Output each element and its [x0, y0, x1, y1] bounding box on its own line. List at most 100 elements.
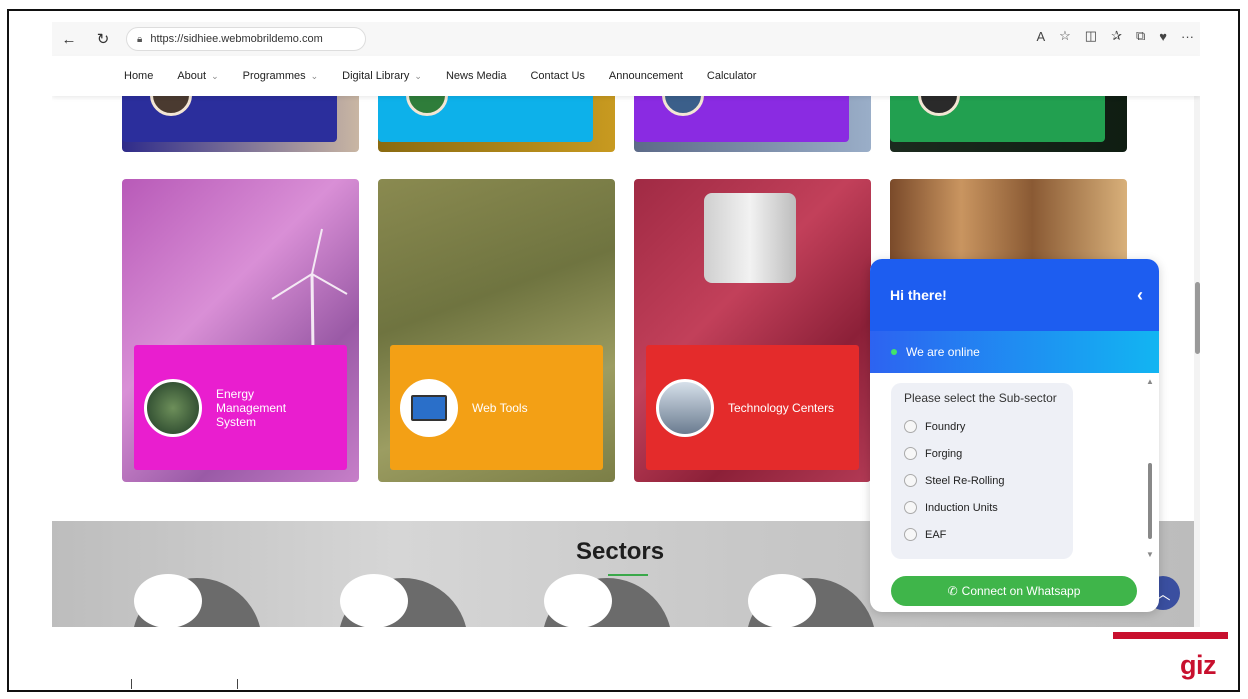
whatsapp-button-label: Connect on Whatsapp — [961, 584, 1081, 598]
tile-panel: Technology Centers — [646, 345, 859, 470]
scroll-down-icon[interactable]: ▼ — [1146, 550, 1154, 559]
energy-image — [144, 378, 202, 437]
nav-label: Digital Library — [342, 70, 410, 82]
sub-sector-options: Please select the Sub-sector Foundry For… — [891, 383, 1073, 559]
extension-icon[interactable]: ♥ — [1159, 29, 1167, 44]
back-arrow-icon[interactable]: ← — [58, 28, 80, 50]
chat-widget: Hi there! ‹ We are online Please select … — [870, 259, 1159, 612]
option-steel-re-rolling[interactable]: Steel Re-Rolling — [904, 467, 1060, 494]
address-bar[interactable]: 🔒︎ https://sidhiee.webmobrildemo.com — [126, 27, 366, 51]
nav-item-announcement[interactable]: Announcement — [609, 70, 683, 82]
nav-item-news-media[interactable]: News Media — [446, 70, 507, 82]
option-label: Forging — [925, 447, 963, 460]
giz-logo: giz — [1180, 650, 1217, 680]
option-label: EAF — [925, 528, 947, 541]
reload-icon[interactable]: ↻ — [92, 28, 114, 50]
scroll-up-icon[interactable]: ▲ — [1146, 377, 1154, 386]
divider — [237, 679, 238, 689]
radio-icon[interactable] — [904, 420, 917, 433]
chevron-left-icon[interactable]: ‹ — [1137, 285, 1143, 306]
url-text: https://sidhiee.webmobrildemo.com — [150, 33, 323, 45]
chat-status-bar: We are online — [870, 331, 1159, 373]
nav-item-programmes[interactable]: Programmes ⌄ — [243, 70, 319, 82]
option-induction-units[interactable]: Induction Units — [904, 494, 1060, 521]
sector-image — [748, 574, 816, 627]
nav-label: Calculator — [706, 70, 757, 82]
service-tile[interactable] — [378, 96, 615, 152]
chat-scrollbar[interactable]: ▲ ▼ — [1146, 377, 1154, 559]
monitor-image — [400, 378, 458, 437]
section-title: Sectors — [576, 538, 665, 565]
nav-item-digital-library[interactable]: Digital Library ⌄ — [342, 70, 422, 82]
monitor-icon — [411, 394, 447, 421]
lock-icon: 🔒︎ — [137, 33, 143, 45]
divider — [131, 679, 132, 689]
chat-body: Please select the Sub-sector Foundry For… — [870, 373, 1159, 565]
favorite-icon[interactable]: ☆ — [1059, 28, 1071, 44]
read-aloud-icon[interactable]: A — [1036, 29, 1045, 44]
nav-label: Announcement — [608, 70, 683, 82]
scrollbar-thumb[interactable] — [1148, 463, 1152, 539]
tile-label: Web Tools — [472, 400, 528, 415]
nav-label: Home — [124, 70, 154, 82]
nav-label: Programmes — [242, 70, 306, 82]
split-screen-icon[interactable]: ◫ — [1085, 28, 1097, 44]
radio-icon[interactable] — [904, 501, 917, 514]
tile-web-tools[interactable]: Web Tools — [378, 179, 615, 482]
online-status: We are online — [906, 345, 980, 359]
tile-panel: Energy Management System — [134, 345, 347, 470]
service-tile[interactable] — [122, 96, 359, 152]
option-label: Foundry — [925, 420, 966, 433]
title-underline — [608, 574, 648, 576]
tile-label: Technology Centers — [728, 400, 835, 415]
option-label: Induction Units — [925, 501, 998, 514]
service-tile[interactable] — [634, 96, 871, 152]
nav-item-about[interactable]: About ⌄ — [177, 70, 218, 82]
chat-greeting: Hi there! — [890, 287, 947, 303]
whatsapp-icon: ✆ — [947, 584, 958, 598]
chevron-down-icon: ⌄ — [414, 70, 422, 81]
nav-item-home[interactable]: Home — [124, 70, 153, 82]
tile-panel: Web Tools — [390, 345, 603, 470]
conference-image — [656, 378, 714, 437]
option-foundry[interactable]: Foundry — [904, 413, 1060, 440]
collections-icon[interactable]: ⧉ — [1136, 28, 1145, 44]
more-icon[interactable]: ··· — [1181, 29, 1194, 44]
radio-icon[interactable] — [904, 474, 917, 487]
logo-bar — [1113, 632, 1228, 639]
sector-image — [544, 574, 612, 627]
site-navigation: Home About ⌄ Programmes ⌄ Digital Library ⌄… — [52, 56, 1200, 96]
option-forging[interactable]: Forging — [904, 440, 1060, 467]
nav-label: News Media — [445, 70, 507, 82]
nav-item-contact-us[interactable]: Contact Us — [530, 70, 584, 82]
tile-label: Energy Management System — [216, 387, 286, 429]
nav-label: About — [177, 70, 207, 82]
online-indicator-icon — [891, 349, 897, 355]
favorites-icon[interactable]: ✰ — [1111, 28, 1122, 44]
connect-whatsapp-button[interactable]: ✆ Connect on Whatsapp — [891, 576, 1137, 606]
sector-image — [340, 574, 408, 627]
radio-icon[interactable] — [904, 528, 917, 541]
tile-label-line: Management — [216, 400, 287, 415]
toolbar-actions: A ☆ ◫ ✰ ⧉ ♥ ··· — [1036, 28, 1194, 44]
sector-image — [134, 574, 202, 627]
nav-label: Contact Us — [530, 70, 585, 82]
service-tile[interactable] — [890, 96, 1127, 152]
tile-energy-management[interactable]: Energy Management System — [122, 179, 359, 482]
chevron-down-icon: ⌄ — [211, 70, 219, 81]
slide-frame: ← ↻ 🔒︎ https://sidhiee.webmobrildemo.com… — [0, 0, 1248, 699]
tile-technology-centers[interactable]: Technology Centers — [634, 179, 871, 482]
options-prompt: Please select the Sub-sector — [904, 391, 1057, 405]
nav-item-calculator[interactable]: Calculator — [707, 70, 757, 82]
device-image — [704, 193, 796, 283]
page-scrollbar[interactable] — [1194, 56, 1200, 627]
scrollbar-thumb[interactable] — [1195, 282, 1200, 354]
option-label: Steel Re-Rolling — [925, 474, 1005, 487]
chevron-down-icon: ⌄ — [310, 70, 319, 81]
option-eaf[interactable]: EAF — [904, 521, 1060, 548]
browser-toolbar: ← ↻ 🔒︎ https://sidhiee.webmobrildemo.com… — [52, 22, 1200, 56]
tile-label-line: Energy — [216, 386, 255, 401]
tile-label-line: System — [216, 414, 257, 429]
chat-header: Hi there! ‹ — [870, 259, 1159, 331]
radio-icon[interactable] — [904, 447, 917, 460]
